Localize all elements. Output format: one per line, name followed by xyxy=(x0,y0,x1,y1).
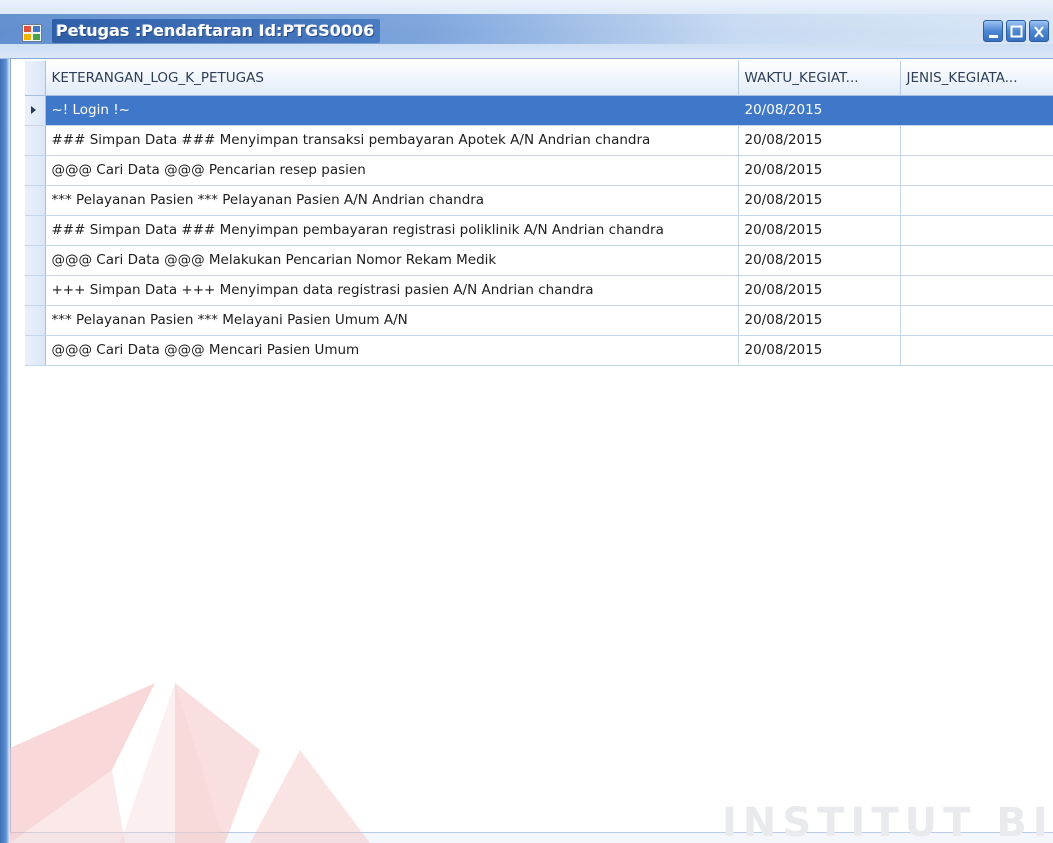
cell-waktu[interactable]: 20/08/2015 xyxy=(738,245,901,276)
window-title: Petugas :Pendaftaran Id:PTGS0006 xyxy=(52,19,381,43)
row-header-corner[interactable] xyxy=(25,61,46,96)
table-row[interactable]: @@@ Cari Data @@@ Mencari Pasien Umum 20… xyxy=(25,335,1053,366)
table-row[interactable]: *** Pelayanan Pasien *** Melayani Pasien… xyxy=(25,305,1053,336)
cell-jenis[interactable] xyxy=(900,275,1053,306)
table-row[interactable]: ~! Login !~ 20/08/2015 xyxy=(25,95,1053,126)
close-icon xyxy=(1034,26,1044,38)
title-bar[interactable]: Petugas :Pendaftaran Id:PTGS0006 xyxy=(0,0,1053,59)
minimize-button[interactable] xyxy=(983,20,1003,42)
maximize-button[interactable] xyxy=(1006,20,1026,42)
cell-waktu[interactable]: 20/08/2015 xyxy=(738,335,901,366)
row-header[interactable] xyxy=(25,95,46,126)
watermark-text: INSTITUT BISNIS xyxy=(722,800,1053,843)
grid-frame: KETERANGAN_LOG_K_PETUGAS WAKTU_KEGIAT...… xyxy=(10,58,1053,839)
table-row[interactable]: +++ Simpan Data +++ Menyimpan data regis… xyxy=(25,275,1053,306)
cell-keterangan[interactable]: *** Pelayanan Pasien *** Pelayanan Pasie… xyxy=(45,185,739,216)
table-row[interactable]: @@@ Cari Data @@@ Melakukan Pencarian No… xyxy=(25,245,1053,276)
cell-jenis[interactable] xyxy=(900,335,1053,366)
row-header[interactable] xyxy=(25,215,46,246)
row-header[interactable] xyxy=(25,275,46,306)
cell-keterangan[interactable]: @@@ Cari Data @@@ Melakukan Pencarian No… xyxy=(45,245,739,276)
table-row[interactable]: ### Simpan Data ### Menyimpan pembayaran… xyxy=(25,215,1053,246)
column-header-waktu[interactable]: WAKTU_KEGIAT... xyxy=(738,61,901,96)
cell-waktu[interactable]: 20/08/2015 xyxy=(738,95,901,126)
cell-keterangan[interactable]: +++ Simpan Data +++ Menyimpan data regis… xyxy=(45,275,739,306)
cell-keterangan[interactable]: ### Simpan Data ### Menyimpan transaksi … xyxy=(45,125,739,156)
cell-keterangan[interactable]: ~! Login !~ xyxy=(45,95,739,126)
cell-jenis[interactable] xyxy=(900,305,1053,336)
cell-jenis[interactable] xyxy=(900,245,1053,276)
column-header-jenis[interactable]: JENIS_KEGIATA... xyxy=(900,61,1053,96)
cell-waktu[interactable]: 20/08/2015 xyxy=(738,215,901,246)
log-data-grid[interactable]: KETERANGAN_LOG_K_PETUGAS WAKTU_KEGIAT...… xyxy=(25,61,1053,366)
cell-keterangan[interactable]: @@@ Cari Data @@@ Mencari Pasien Umum xyxy=(45,335,739,366)
close-button[interactable] xyxy=(1029,20,1049,42)
cell-jenis[interactable] xyxy=(900,125,1053,156)
cell-keterangan[interactable]: *** Pelayanan Pasien *** Melayani Pasien… xyxy=(45,305,739,336)
row-header[interactable] xyxy=(25,245,46,276)
cell-waktu[interactable]: 20/08/2015 xyxy=(738,275,901,306)
minimize-icon xyxy=(989,35,998,38)
cell-jenis[interactable] xyxy=(900,95,1053,126)
app-window-icon[interactable] xyxy=(22,24,42,42)
table-row[interactable]: @@@ Cari Data @@@ Pencarian resep pasien… xyxy=(25,155,1053,186)
row-header[interactable] xyxy=(25,185,46,216)
row-header[interactable] xyxy=(25,305,46,336)
table-row[interactable]: ### Simpan Data ### Menyimpan transaksi … xyxy=(25,125,1053,156)
maximize-icon xyxy=(1010,25,1023,38)
cell-jenis[interactable] xyxy=(900,185,1053,216)
table-row[interactable]: *** Pelayanan Pasien *** Pelayanan Pasie… xyxy=(25,185,1053,216)
cell-jenis[interactable] xyxy=(900,155,1053,186)
cell-keterangan[interactable]: @@@ Cari Data @@@ Pencarian resep pasien xyxy=(45,155,739,186)
row-header[interactable] xyxy=(25,125,46,156)
column-header-keterangan[interactable]: KETERANGAN_LOG_K_PETUGAS xyxy=(45,61,739,96)
app-window: Petugas :Pendaftaran Id:PTGS0006 KETERAN… xyxy=(0,0,1053,843)
cell-keterangan[interactable]: ### Simpan Data ### Menyimpan pembayaran… xyxy=(45,215,739,246)
cell-jenis[interactable] xyxy=(900,215,1053,246)
grid-header-row: KETERANGAN_LOG_K_PETUGAS WAKTU_KEGIAT...… xyxy=(25,61,1053,96)
row-header[interactable] xyxy=(25,155,46,186)
cell-waktu[interactable]: 20/08/2015 xyxy=(738,305,901,336)
cell-waktu[interactable]: 20/08/2015 xyxy=(738,125,901,156)
row-header[interactable] xyxy=(25,335,46,366)
cell-waktu[interactable]: 20/08/2015 xyxy=(738,185,901,216)
cell-waktu[interactable]: 20/08/2015 xyxy=(738,155,901,186)
current-row-arrow-icon xyxy=(31,106,36,114)
